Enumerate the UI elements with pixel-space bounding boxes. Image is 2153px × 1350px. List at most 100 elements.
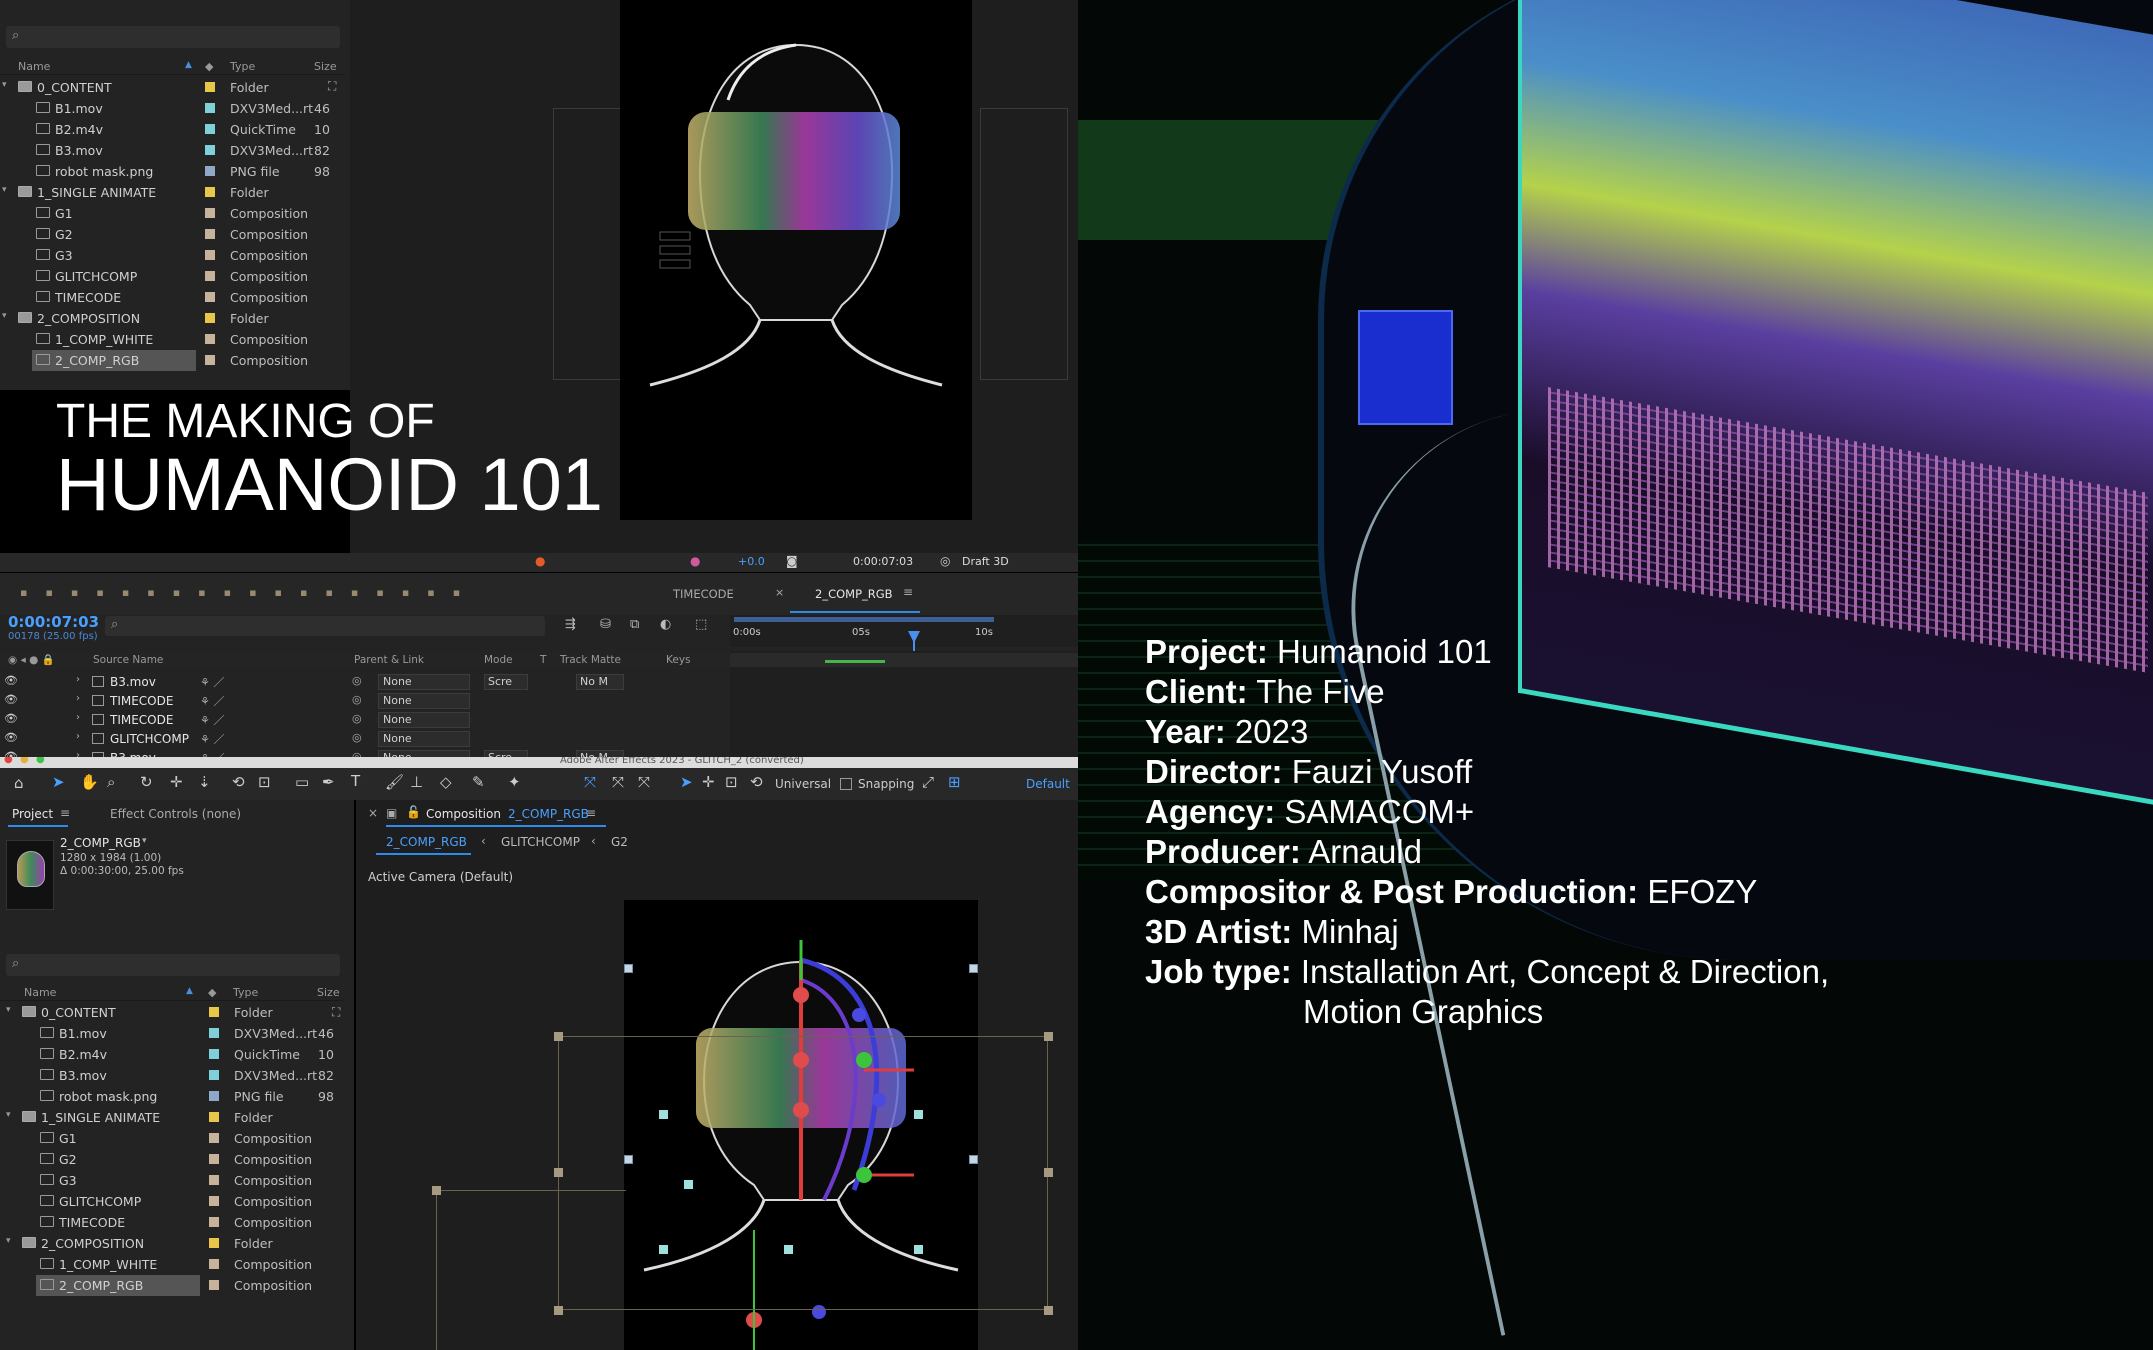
layer-name[interactable]: GLITCHCOMP [110, 732, 189, 746]
draft-3d-label[interactable]: Draft 3D [962, 555, 1009, 568]
parent-dropdown[interactable]: None [378, 712, 470, 728]
expand-arrow-icon[interactable]: ▾ [6, 1110, 11, 1120]
expand-arrow-icon[interactable]: › [76, 693, 80, 704]
label-color[interactable] [209, 1175, 219, 1185]
project-item[interactable]: B1.mov DXV3Med...rt 46 [0, 98, 345, 119]
tab-timecode[interactable]: TIMECODE [673, 587, 734, 601]
label-color[interactable] [205, 250, 215, 260]
timeline-layer-row[interactable]: 👁 › B3.mov ⚘ ／ ◎ None Scre No M [0, 673, 740, 692]
label-color[interactable] [205, 145, 215, 155]
tab-menu-icon[interactable]: ≡ [60, 806, 70, 820]
project-item[interactable]: ▾ 1_SINGLE ANIMATE Folder [0, 182, 345, 203]
label-color[interactable] [209, 1112, 219, 1122]
zoom-tool-icon[interactable]: ⌕ [107, 773, 115, 791]
label-color[interactable] [209, 1028, 219, 1038]
layer-name[interactable]: TIMECODE [110, 694, 173, 708]
position-gizmo-icon[interactable]: ✛ [702, 773, 715, 791]
bbox-handle[interactable] [554, 1168, 563, 1177]
breadcrumb-2-comp-rgb[interactable]: 2_COMP_RGB [386, 835, 467, 849]
draft-3d-icon[interactable]: ◎ [940, 554, 950, 568]
label-color[interactable] [205, 355, 215, 365]
label-color[interactable] [205, 292, 215, 302]
comp-flowchart-icon[interactable]: ⇶ [565, 617, 576, 632]
label-color[interactable] [205, 271, 215, 281]
label-color[interactable] [205, 82, 215, 92]
workspace-default[interactable]: Default [1026, 777, 1070, 791]
tab-2-comp-rgb[interactable]: 2_COMP_RGB [815, 587, 893, 601]
dropdown-arrow-icon[interactable]: ▾ [142, 836, 147, 846]
project-item[interactable]: G2 Composition [0, 224, 345, 245]
bbox-handle[interactable] [1044, 1032, 1053, 1041]
project-item[interactable]: B3.mov DXV3Med...rt 82 [0, 140, 345, 161]
maximize-window-icon[interactable]: ● [36, 757, 45, 765]
label-color[interactable] [205, 208, 215, 218]
column-type[interactable]: Type [230, 60, 255, 73]
project-item[interactable]: ▾ 0_CONTENT Folder [0, 77, 345, 98]
layer-switches-icon[interactable]: ⚘ ／ [200, 712, 224, 728]
selection-tool-icon[interactable]: ➤ [52, 773, 65, 791]
expand-arrow-icon[interactable]: › [76, 712, 80, 723]
bbox-handle[interactable] [1044, 1306, 1053, 1315]
column-name[interactable]: Name [18, 60, 50, 73]
bbox-handle[interactable] [1044, 1168, 1053, 1177]
visibility-eye-icon[interactable]: 👁 [4, 731, 18, 744]
lock-icon[interactable]: ▣ [386, 806, 397, 820]
camera-icon[interactable]: ◙ [786, 554, 798, 568]
project-item[interactable]: ▾ 0_CONTENT Folder [0, 1002, 345, 1023]
column-mode[interactable]: Mode [484, 654, 513, 666]
parent-dropdown[interactable]: None [378, 674, 470, 690]
puppet-pin-icon[interactable]: ✦ [508, 773, 521, 791]
tab-menu-icon[interactable]: ≡ [586, 806, 596, 820]
label-color[interactable] [209, 1070, 219, 1080]
project-item[interactable]: robot mask.png PNG file 98 [0, 161, 345, 182]
lock-toggle-icon[interactable]: 🔓 [406, 805, 421, 819]
bbox-handle[interactable] [432, 1186, 441, 1195]
project-item[interactable]: 2_COMP_RGB Composition [0, 350, 345, 371]
bbox-handle[interactable] [554, 1306, 563, 1315]
snap-grid-icon[interactable]: ⊞ [948, 773, 961, 791]
universal-label[interactable]: Universal [775, 777, 831, 791]
type-tool-icon[interactable]: T [351, 772, 360, 790]
label-color[interactable] [205, 313, 215, 323]
snap-options-icon[interactable]: ⤢ [922, 773, 934, 791]
project-search-input[interactable]: ⌕ [6, 26, 340, 48]
layer-switches-icon[interactable]: ⚘ ／ [200, 674, 224, 690]
current-time[interactable]: 0:00:07:03 [8, 613, 99, 631]
column-keys[interactable]: Keys [666, 654, 691, 666]
expand-arrow-icon[interactable]: ▾ [2, 311, 7, 321]
project-item[interactable]: ▾ 2_COMPOSITION Folder [0, 308, 345, 329]
close-icon[interactable]: × [775, 586, 784, 599]
label-color[interactable] [209, 1259, 219, 1269]
color-wheel-icon[interactable]: ● [690, 554, 700, 568]
parent-dropdown[interactable]: None [378, 731, 470, 747]
label-color[interactable] [205, 103, 215, 113]
expand-arrow-icon[interactable]: ▾ [2, 80, 7, 90]
label-color[interactable] [205, 229, 215, 239]
eraser-tool-icon[interactable]: ◇ [440, 773, 452, 791]
project-item[interactable]: TIMECODE Composition [0, 287, 345, 308]
transform-handle[interactable] [969, 964, 978, 973]
viewer-timecode[interactable]: 0:00:07:03 [853, 555, 913, 568]
clone-stamp-icon[interactable]: ⊥ [410, 773, 423, 791]
timeline-layer-row[interactable]: 👁 › GLITCHCOMP ⚘ ／ ◎ None [0, 730, 740, 749]
mode-dropdown[interactable]: Scre [484, 674, 528, 690]
home-icon[interactable]: ⌂ [14, 774, 24, 792]
expand-arrow-icon[interactable]: ▾ [6, 1005, 11, 1015]
frame-blending-icon[interactable]: ⧉ [630, 617, 639, 632]
rotate-gizmo-icon[interactable]: ⟲ [750, 773, 763, 791]
project-item[interactable]: B1.mov DXV3Med...rt 46 [0, 1023, 345, 1044]
timeline-layer-row[interactable]: 👁 › TIMECODE ⚘ ／ ◎ None [0, 692, 740, 711]
pen-tool-icon[interactable]: ✒ [322, 773, 335, 791]
pick-whip-icon[interactable]: ◎ [352, 712, 362, 725]
pick-whip-icon[interactable]: ◎ [352, 731, 362, 744]
pan-tool-icon[interactable]: ✛ [170, 773, 183, 791]
column-t[interactable]: T [540, 654, 546, 666]
project-item[interactable]: TIMECODE Composition [0, 1212, 345, 1233]
rotate-tool-icon[interactable]: ⟲ [232, 773, 245, 791]
flowchart-icon[interactable]: ⛶ [332, 1005, 340, 1020]
brush-tool-icon[interactable]: 🖌 [385, 773, 404, 791]
anchor-tool-icon[interactable]: ⊡ [258, 773, 271, 791]
exposure-value[interactable]: +0.0 [738, 555, 765, 568]
project-item[interactable]: G3 Composition [0, 1170, 345, 1191]
column-track-matte[interactable]: Track Matte [560, 654, 621, 666]
